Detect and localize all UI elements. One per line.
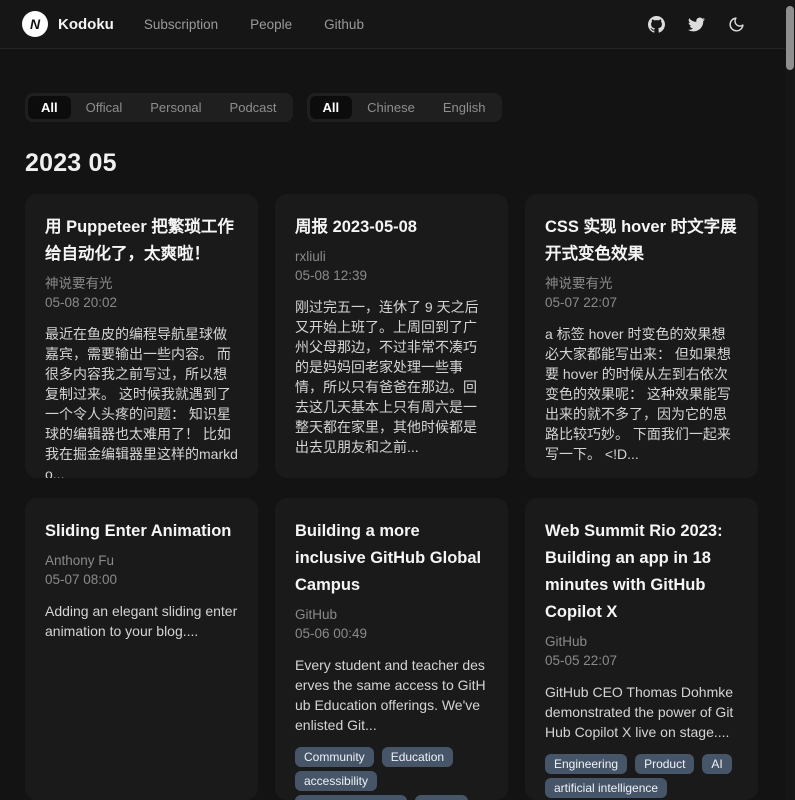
article-title[interactable]: CSS 实现 hover 时文字展开式变色效果 [545,214,738,268]
article-card[interactable]: 用 Puppeteer 把繁琐工作给自动化了，太爽啦！ 神说要有光 05-08 … [25,194,258,478]
article-date: 05-05 22:07 [545,651,738,670]
article-author: GitHub [295,605,488,624]
article-excerpt: 刚过完五一，连休了 9 天之后又开始上班了。上周回到了广州父母那边，不过非常不凑… [295,297,488,457]
article-card[interactable]: Sliding Enter Animation Anthony Fu 05-07… [25,498,258,800]
filter-category-all[interactable]: All [28,96,71,119]
nav-subscription[interactable]: Subscription [144,17,218,32]
month-heading: 2023 05 [25,149,758,178]
brand-name[interactable]: Kodoku [58,16,114,33]
header-icons [648,16,745,33]
nav-github[interactable]: Github [324,17,364,32]
filter-category-personal[interactable]: Personal [137,96,214,119]
article-title[interactable]: 周报 2023-05-08 [295,214,488,241]
category-filter-group: All Offical Personal Podcast [25,93,293,122]
article-title[interactable]: Web Summit Rio 2023: Building an app in … [545,518,738,626]
article-author: Anthony Fu [45,551,238,570]
article-excerpt: Every student and teacher deserves the s… [295,655,488,735]
article-author: GitHub [545,632,738,651]
main-content: All Offical Personal Podcast All Chinese… [0,93,785,800]
tag[interactable]: accessibility [295,771,377,791]
article-card[interactable]: Building a more inclusive GitHub Global … [275,498,508,800]
article-tags: Community Education accessibility GitHub… [295,747,488,800]
tag[interactable]: Community [295,747,374,767]
article-date: 05-08 12:39 [295,266,488,285]
tag[interactable]: GitHub Education [295,795,407,800]
tag[interactable]: AI [702,754,731,774]
filter-language-english[interactable]: English [430,96,499,119]
article-excerpt: 最近在鱼皮的编程导航星球做嘉宾，需要输出一些内容。 而很多内容我之前写过，所以想… [45,324,238,478]
filter-category-offical[interactable]: Offical [73,96,136,119]
article-date: 05-07 22:07 [545,293,738,312]
article-excerpt: GitHub CEO Thomas Dohmke demonstrated th… [545,682,738,742]
brand-logo-icon[interactable]: N [22,11,48,37]
tag[interactable]: Primer [415,795,468,800]
article-author: rxliuli [295,247,488,266]
nav-people[interactable]: People [250,17,292,32]
twitter-icon[interactable] [688,16,705,33]
article-card[interactable]: 周报 2023-05-08 rxliuli 05-08 12:39 刚过完五一，… [275,194,508,478]
filter-bar: All Offical Personal Podcast All Chinese… [25,93,758,122]
main-nav: Subscription People Github [144,17,364,32]
article-card[interactable]: CSS 实现 hover 时文字展开式变色效果 神说要有光 05-07 22:0… [525,194,758,478]
article-date: 05-07 08:00 [45,570,238,589]
article-author: 神说要有光 [545,274,738,293]
filter-language-chinese[interactable]: Chinese [354,96,428,119]
github-icon[interactable] [648,16,665,33]
article-excerpt: a 标签 hover 时变色的效果想必大家都能写出来： 但如果想要 hover … [545,324,738,464]
articles-grid: 用 Puppeteer 把繁琐工作给自动化了，太爽啦！ 神说要有光 05-08 … [25,194,758,800]
tag[interactable]: Education [382,747,453,767]
tag[interactable]: Engineering [545,754,627,774]
article-excerpt: Adding an elegant sliding enter animatio… [45,601,238,641]
language-filter-group: All Chinese English [307,93,502,122]
tag[interactable]: Product [635,754,694,774]
article-author: 神说要有光 [45,274,238,293]
article-card[interactable]: Web Summit Rio 2023: Building an app in … [525,498,758,800]
tag[interactable]: artificial intelligence [545,778,667,798]
scrollbar-track[interactable] [785,0,795,800]
article-date: 05-06 00:49 [295,624,488,643]
filter-language-all[interactable]: All [310,96,353,119]
article-tags: Engineering Product AI artificial intell… [545,754,738,800]
article-title[interactable]: Sliding Enter Animation [45,518,238,545]
filter-category-podcast[interactable]: Podcast [217,96,290,119]
article-title[interactable]: Building a more inclusive GitHub Global … [295,518,488,599]
article-date: 05-08 20:02 [45,293,238,312]
scrollbar-thumb[interactable] [786,6,794,70]
moon-icon[interactable] [728,16,745,33]
header: N Kodoku Subscription People Github [0,0,785,49]
article-title[interactable]: 用 Puppeteer 把繁琐工作给自动化了，太爽啦！ [45,214,238,268]
